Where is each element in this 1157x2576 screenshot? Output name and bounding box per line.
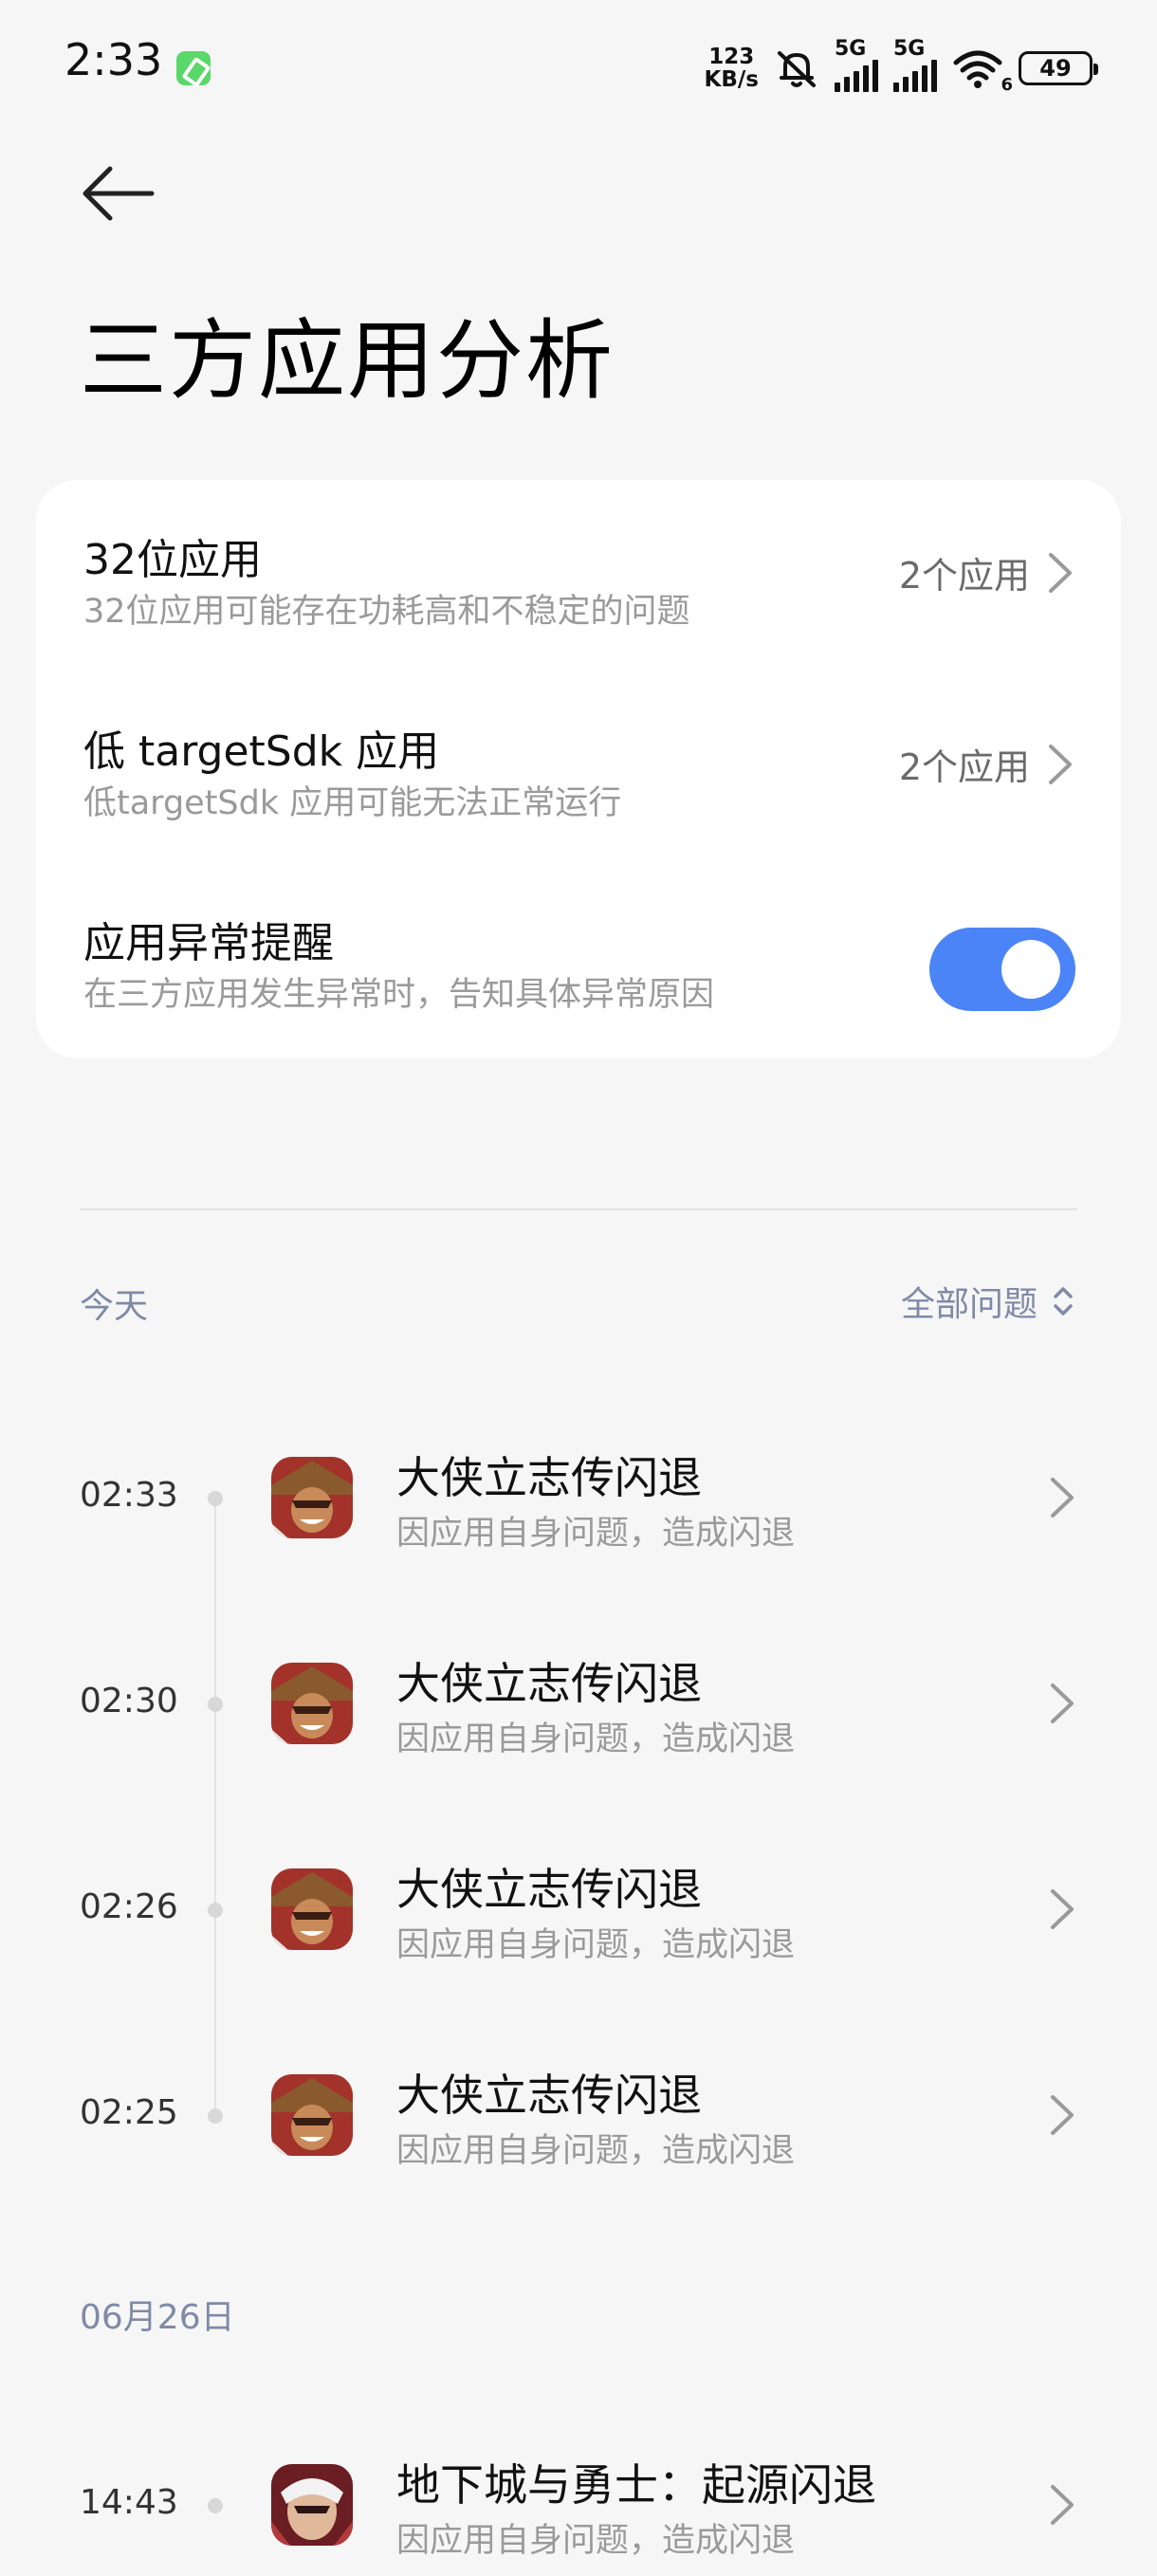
crash-event-row[interactable]: 14:43 地下城与勇士：起源闪退 因应用自身问题，造成闪退 (0, 2434, 1157, 2576)
setting-value-group: 2个应用 (899, 546, 1074, 598)
network-speed: 123 KB/s (705, 46, 759, 91)
event-title: 地下城与勇士：起源闪退 (396, 2459, 876, 2511)
dxlzz-app-icon (271, 1457, 353, 1538)
chevron-right-icon (1051, 2095, 1074, 2135)
event-time: 14:43 (80, 2483, 178, 2522)
event-time: 02:33 (80, 1476, 178, 1515)
sim2-network-type: 5G (893, 37, 926, 61)
event-time: 02:26 (80, 1887, 178, 1926)
network-speed-unit: KB/s (704, 67, 759, 92)
dxlzz-app-icon (271, 2074, 353, 2156)
event-title: 大侠立志传闪退 (396, 1864, 702, 1915)
filter-label: 全部问题 (900, 1285, 1038, 1324)
event-subtitle: 因应用自身问题，造成闪退 (396, 1515, 796, 1553)
chevron-right-icon (1049, 552, 1072, 593)
bell-off-icon (778, 51, 816, 87)
notification-app-icon (176, 51, 211, 85)
settings-card: 32位应用 32位应用可能存在功耗高和不稳定的问题 2个应用 低 targetS… (36, 480, 1121, 1058)
toggle-knob (1001, 940, 1060, 999)
event-subtitle: 因应用自身问题，造成闪退 (396, 2522, 796, 2560)
status-time: 2:33 (64, 34, 163, 85)
setting-subtitle: 32位应用可能存在功耗高和不稳定的问题 (83, 593, 690, 631)
setting-value: 2个应用 (898, 555, 1030, 597)
section-divider (80, 1208, 1077, 1210)
sim1-network-type: 5G (835, 37, 867, 61)
event-time: 02:25 (80, 2093, 178, 2132)
chevron-right-icon (1051, 1889, 1074, 1929)
crash-event-row[interactable]: 02:33 大侠立志传闪退 因应用自身问题，造成闪退 (0, 1426, 1157, 1569)
event-subtitle: 因应用自身问题，造成闪退 (396, 1926, 796, 1964)
network-speed-value: 123 (708, 45, 755, 69)
setting-value: 2个应用 (898, 746, 1030, 788)
signal-sim2-icon: 5G (893, 37, 937, 92)
chevron-right-icon (1051, 1684, 1074, 1723)
dxlzz-app-icon (271, 1663, 353, 1744)
timeline-dot (208, 2108, 223, 2124)
exception-alert-toggle[interactable] (929, 928, 1075, 1011)
timeline-line (214, 1499, 216, 2115)
wifi-level: 6 (1001, 75, 1013, 95)
setting-subtitle: 在三方应用发生异常时，告知具体异常原因 (83, 976, 715, 1014)
setting-32bit-apps[interactable]: 32位应用 32位应用可能存在功耗高和不稳定的问题 2个应用 (83, 525, 1074, 687)
event-subtitle: 因应用自身问题，造成闪退 (396, 1720, 796, 1758)
wifi-icon: 6 (952, 47, 1013, 95)
crash-event-row[interactable]: 02:30 大侠立志传闪退 因应用自身问题，造成闪退 (0, 1632, 1157, 1775)
event-subtitle: 因应用自身问题，造成闪退 (396, 2132, 796, 2170)
crash-event-row[interactable]: 02:26 大侠立志传闪退 因应用自身问题，造成闪退 (0, 1838, 1157, 1980)
setting-app-exception-alert: 应用异常提醒 在三方应用发生异常时，告知具体异常原因 (83, 909, 1075, 1070)
crash-event-row[interactable]: 02:25 大侠立志传闪退 因应用自身问题，造成闪退 (0, 2044, 1157, 2186)
event-time: 02:30 (80, 1682, 178, 1720)
timeline-dot (208, 1697, 223, 1712)
setting-subtitle: 低targetSdk 应用可能无法正常运行 (83, 784, 622, 822)
issue-filter-dropdown[interactable]: 全部问题 (901, 1277, 1074, 1326)
arrow-left-icon[interactable] (82, 163, 156, 224)
section-today-label: 今天 (80, 1287, 149, 1326)
event-title: 大侠立志传闪退 (396, 1452, 702, 1503)
dnf-app-icon (271, 2464, 353, 2546)
status-icons: 123 KB/s 5G 5G 6 49 (705, 37, 1098, 95)
dxlzz-app-icon (271, 1868, 353, 1950)
page-title: 三方应用分析 (80, 310, 615, 412)
timeline-dot (208, 1903, 223, 1918)
event-title: 大侠立志传闪退 (396, 1658, 702, 1709)
battery-icon: 49 (1019, 51, 1098, 85)
status-bar: 2:33 123 KB/s 5G 5G 6 49 (0, 0, 1157, 133)
chevron-right-icon (1049, 744, 1072, 784)
sort-updown-icon (1054, 1287, 1073, 1316)
battery-level: 49 (1039, 55, 1072, 82)
event-title: 大侠立志传闪退 (396, 2070, 702, 2121)
setting-title: 低 targetSdk 应用 (83, 727, 440, 776)
timeline-dot (208, 2498, 223, 2513)
setting-low-targetsdk-apps[interactable]: 低 targetSdk 应用 低targetSdk 应用可能无法正常运行 2个应… (83, 717, 1074, 878)
section-date-label: 06月26日 (80, 2298, 235, 2337)
setting-value-group: 2个应用 (899, 738, 1074, 790)
chevron-right-icon (1051, 1478, 1074, 1518)
setting-title: 应用异常提醒 (83, 919, 334, 967)
chevron-right-icon (1051, 2485, 1074, 2525)
setting-title: 32位应用 (83, 536, 262, 584)
signal-sim1-icon: 5G (835, 37, 878, 92)
timeline-dot (208, 1491, 223, 1506)
